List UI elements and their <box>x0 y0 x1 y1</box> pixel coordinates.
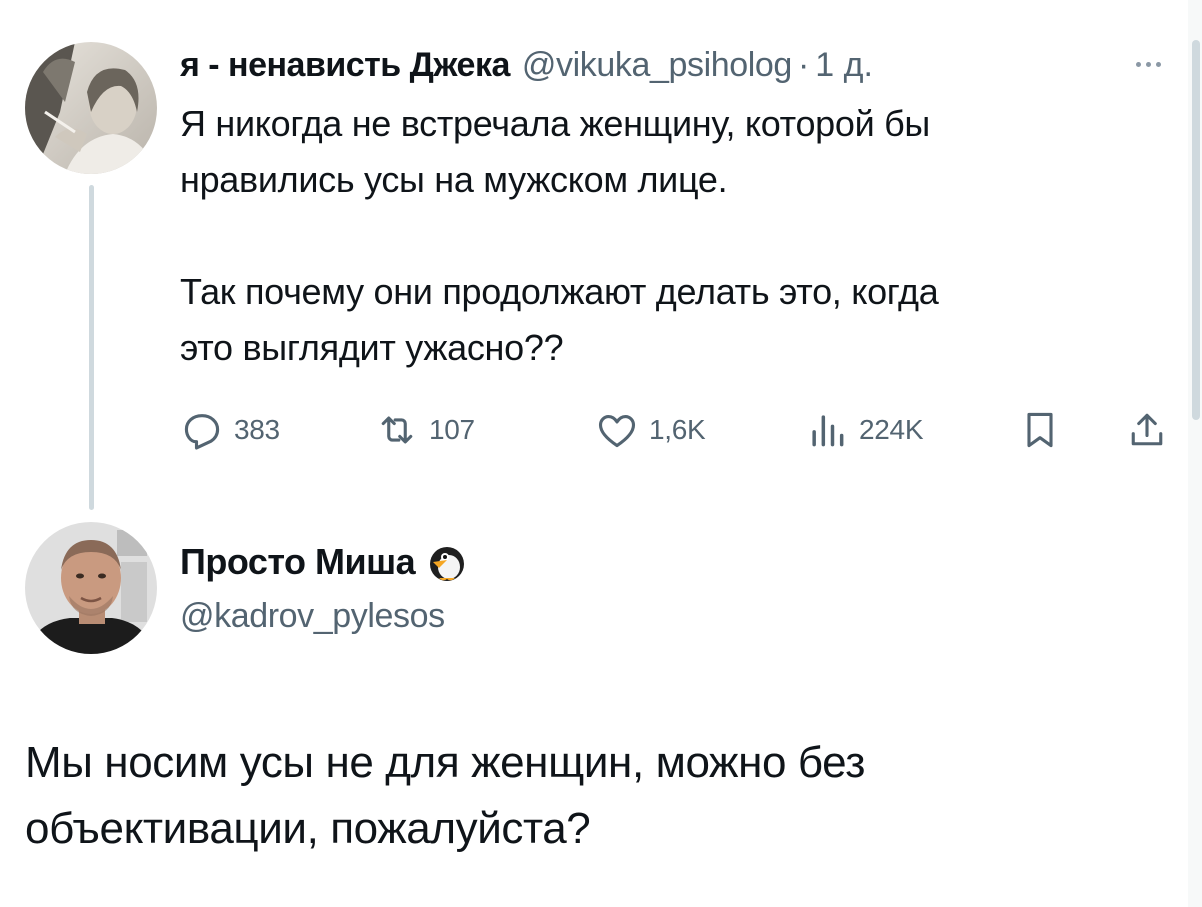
like-count: 1,6K <box>649 414 706 445</box>
reply-button[interactable]: 383 <box>180 400 280 460</box>
reply-icon <box>184 414 220 450</box>
more-dot <box>1155 61 1161 67</box>
views-icon <box>812 415 844 447</box>
tweet-text-line: Я никогда не встречала женщину, которой … <box>180 103 931 144</box>
share-button[interactable] <box>1125 400 1169 460</box>
avatar-photo-woman <box>25 42 157 174</box>
author-avatar[interactable] <box>25 522 157 654</box>
tweet-header: я - ненависть Джека @vikuka_psiholog · 1… <box>180 42 873 88</box>
author-handle[interactable]: @kadrov_pylesos <box>180 597 445 636</box>
like-button[interactable]: 1,6K <box>595 400 706 460</box>
more-options-button[interactable] <box>1128 52 1168 76</box>
thread-connector-line <box>89 185 94 510</box>
views-count: 224K <box>859 414 924 445</box>
retweet-icon <box>381 416 413 444</box>
tweet-text-line: это выглядит ужасно?? <box>180 327 564 368</box>
separator-dot: · <box>797 45 810 84</box>
penguin-icon <box>430 547 465 581</box>
share-icon <box>1131 413 1163 446</box>
scrollbar[interactable] <box>1188 0 1202 907</box>
tweet-timestamp[interactable]: 1 д. <box>815 46 873 85</box>
more-dot <box>1135 61 1141 67</box>
author-name[interactable]: Просто Миша <box>180 541 416 583</box>
author-name-row: Просто Миша <box>180 540 469 584</box>
tweet-text-line: нравились усы на мужском лице. <box>180 159 728 200</box>
scrollbar-thumb[interactable] <box>1192 40 1200 420</box>
avatar-photo-man <box>25 522 157 654</box>
tweet-text-line: Мы носим усы не для женщин, можно без <box>25 738 866 787</box>
reply-count: 383 <box>234 414 280 445</box>
tweet-text-line: Так почему они продолжают делать это, ко… <box>180 271 939 312</box>
author-avatar[interactable] <box>25 42 157 174</box>
tweet-actions-bar: 383 107 1,6K 224K <box>180 400 1180 460</box>
tweet-text: Мы носим усы не для женщин, можно без об… <box>25 730 1155 862</box>
tweet-text-line: объективации, пожалуйста? <box>25 804 591 853</box>
views-button[interactable]: 224K <box>805 400 924 460</box>
author-handle[interactable]: @vikuka_psiholog <box>522 46 792 85</box>
bookmark-icon <box>1027 412 1053 448</box>
tweet-text: Я никогда не встречала женщину, которой … <box>180 96 1180 376</box>
retweet-button[interactable]: 107 <box>375 400 475 460</box>
bookmark-button[interactable] <box>1018 400 1062 460</box>
retweet-count: 107 <box>429 414 475 445</box>
more-dot <box>1145 61 1151 67</box>
author-name[interactable]: я - ненависть Джека <box>180 46 510 85</box>
heart-icon <box>598 415 636 448</box>
